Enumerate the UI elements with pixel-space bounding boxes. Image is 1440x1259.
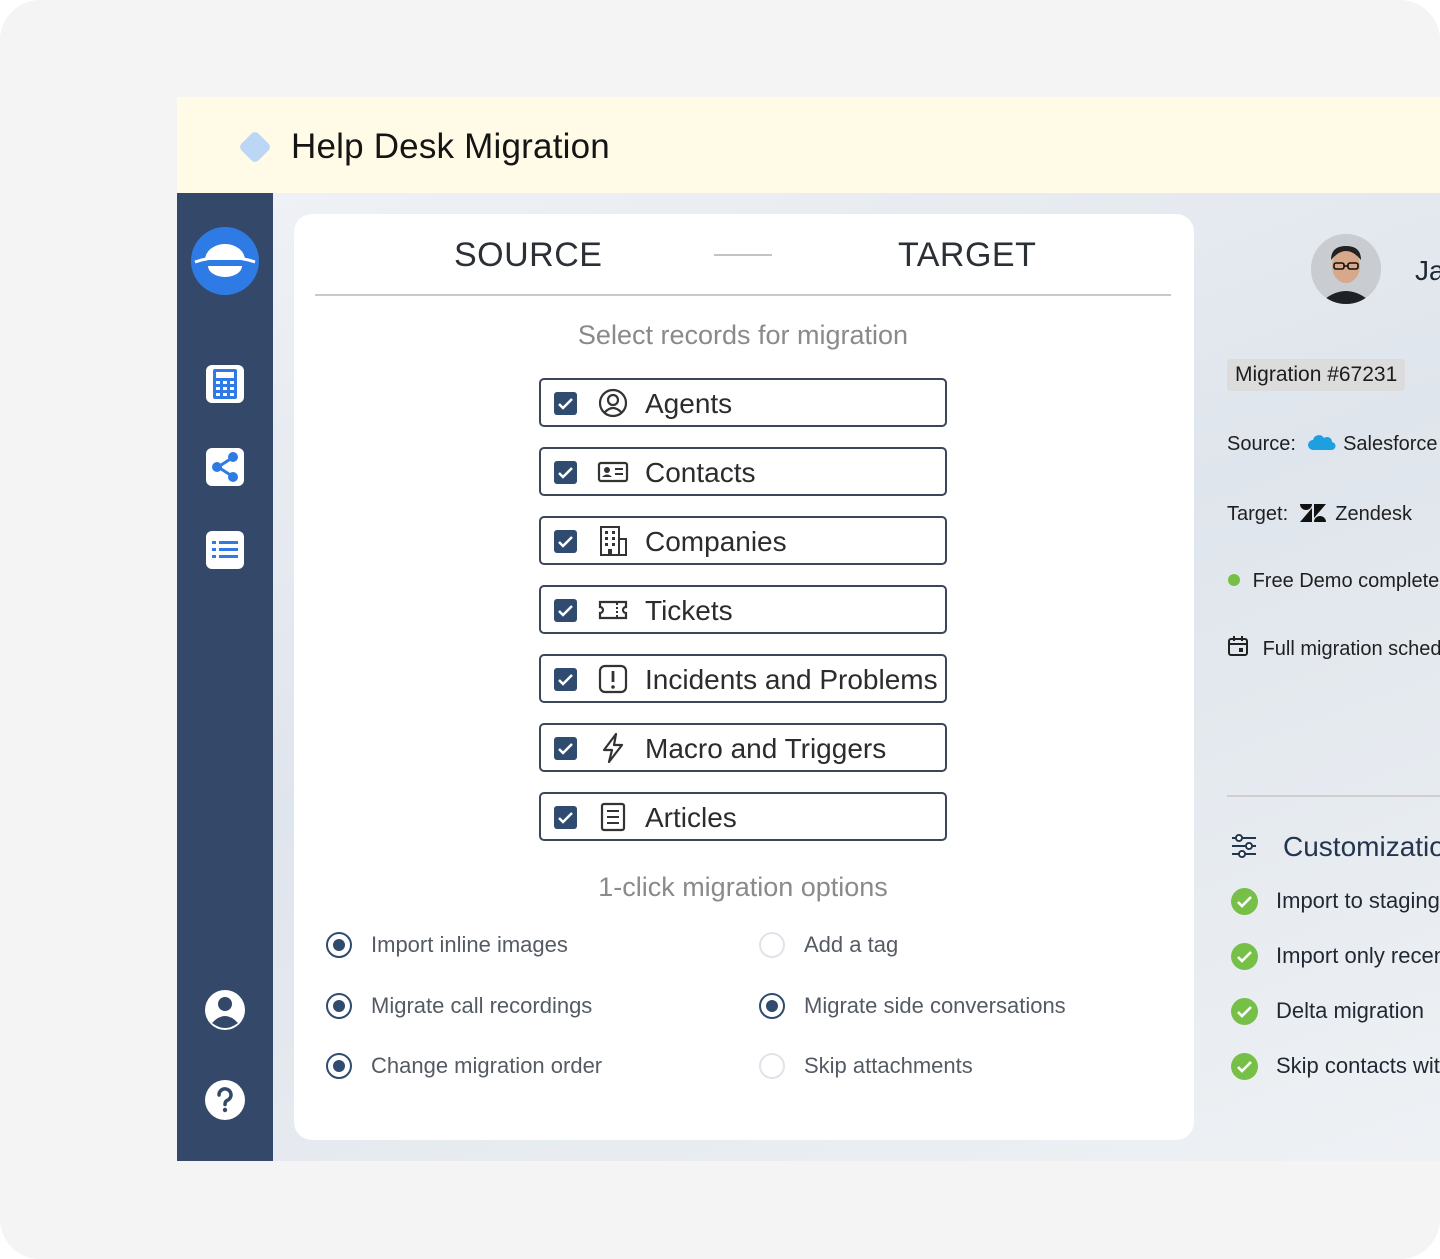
record-tickets[interactable]: Tickets xyxy=(539,585,947,634)
checkbox-checked-icon[interactable] xyxy=(554,392,577,415)
checkbox-checked-icon[interactable] xyxy=(554,737,577,760)
share-icon[interactable] xyxy=(204,446,246,488)
help-icon[interactable] xyxy=(204,1079,246,1121)
option-label: Migrate side conversations xyxy=(804,993,1066,1018)
diamond-icon xyxy=(238,130,272,164)
list-icon[interactable] xyxy=(204,529,246,571)
record-companies[interactable]: Companies xyxy=(539,516,947,565)
sidebar xyxy=(177,193,273,1161)
checkbox-checked-icon[interactable] xyxy=(554,668,577,691)
checkbox-checked-icon[interactable] xyxy=(554,461,577,484)
radio-selected-icon[interactable] xyxy=(326,932,352,958)
main-stage: SOURCE TARGET Select records for migrati… xyxy=(273,193,1440,1161)
checkbox-checked-icon[interactable] xyxy=(554,530,577,553)
check-circle-icon xyxy=(1231,888,1258,915)
option-label: Add a tag xyxy=(804,932,899,957)
app-title: Help Desk Migration xyxy=(291,127,610,166)
record-articles[interactable]: Articles xyxy=(539,792,947,841)
check-circle-icon xyxy=(1231,943,1258,970)
record-macro-triggers[interactable]: Macro and Triggers xyxy=(539,723,947,772)
radio-selected-icon[interactable] xyxy=(759,993,785,1019)
planet-logo-icon[interactable] xyxy=(191,227,259,295)
source-label: Source: xyxy=(1227,433,1296,455)
option-label: Skip attachments xyxy=(804,1053,973,1078)
record-label: Incidents and Problems xyxy=(645,664,938,695)
user-icon[interactable] xyxy=(204,989,246,1031)
target-info: Target: Zendesk xyxy=(1227,502,1412,526)
zendesk-logo-icon xyxy=(1299,504,1326,522)
feature-label: Delta migration xyxy=(1276,998,1424,1023)
option-label: Migrate call recordings xyxy=(371,993,593,1018)
record-label: Companies xyxy=(645,526,787,557)
details-panel: Jam Migration #67231 Source: Salesforce … xyxy=(1188,193,1440,1141)
contact-card-icon xyxy=(597,456,629,488)
target-heading[interactable]: TARGET xyxy=(898,236,1036,275)
title-bar: Help Desk Migration xyxy=(177,97,1440,193)
salesforce-cloud-icon xyxy=(1307,435,1336,451)
target-value: Zendesk xyxy=(1335,503,1412,525)
radio-unselected-icon[interactable] xyxy=(759,1053,785,1079)
feature-label: Import to staging f xyxy=(1276,888,1440,913)
record-agents[interactable]: Agents xyxy=(539,378,947,427)
demo-status: Free Demo complete xyxy=(1227,570,1439,593)
check-circle-icon xyxy=(1231,1053,1258,1080)
source-info: Source: Salesforce Ser xyxy=(1227,433,1440,456)
record-label: Agents xyxy=(645,388,733,419)
sliders-icon xyxy=(1232,834,1256,858)
radio-unselected-icon[interactable] xyxy=(759,932,785,958)
schedule-status: Full migration schedule xyxy=(1227,635,1440,661)
agent-icon xyxy=(597,387,629,419)
feature-label: Skip contacts with xyxy=(1276,1053,1440,1078)
alert-icon xyxy=(597,663,629,695)
demo-status-text: Free Demo complete xyxy=(1252,570,1440,592)
customization-title: Customization xyxy=(1283,831,1440,862)
lightning-icon xyxy=(597,732,629,764)
user-name: Jam xyxy=(1415,255,1440,286)
status-dot-icon xyxy=(1228,574,1240,586)
options-title: 1-click migration options xyxy=(598,872,888,902)
record-incidents[interactable]: Incidents and Problems xyxy=(539,654,947,703)
calendar-icon xyxy=(1228,636,1248,656)
record-label: Contacts xyxy=(645,457,756,488)
app-window: Help Desk Migration SOURCE TARGET Select… xyxy=(177,97,1440,1161)
user-avatar[interactable] xyxy=(1311,234,1381,304)
article-icon xyxy=(597,801,629,833)
check-circle-icon xyxy=(1231,998,1258,1025)
migration-id-badge: Migration #67231 xyxy=(1227,359,1406,391)
header-divider xyxy=(315,294,1171,296)
radio-selected-icon[interactable] xyxy=(326,993,352,1019)
records-title: Select records for migration xyxy=(577,320,909,350)
checkbox-checked-icon[interactable] xyxy=(554,599,577,622)
schedule-status-text: Full migration schedule xyxy=(1262,638,1440,660)
header-connector xyxy=(714,254,772,256)
record-label: Tickets xyxy=(645,595,733,626)
ticket-icon xyxy=(597,594,629,626)
target-label: Target: xyxy=(1227,503,1289,525)
calculator-icon[interactable] xyxy=(204,363,246,405)
record-label: Macro and Triggers xyxy=(645,733,887,764)
building-icon xyxy=(597,525,629,557)
record-label: Articles xyxy=(645,802,737,833)
page-background: Help Desk Migration SOURCE TARGET Select… xyxy=(0,0,1440,1259)
migration-card: SOURCE TARGET Select records for migrati… xyxy=(294,214,1194,1140)
checkbox-checked-icon[interactable] xyxy=(554,806,577,829)
option-label: Change migration order xyxy=(371,1053,603,1078)
panel-divider xyxy=(1227,795,1440,797)
radio-selected-icon[interactable] xyxy=(326,1053,352,1079)
feature-label: Import only recent xyxy=(1276,943,1440,968)
option-label: Import inline images xyxy=(371,932,568,957)
source-value: Salesforce Ser xyxy=(1343,433,1440,455)
record-contacts[interactable]: Contacts xyxy=(539,447,947,496)
source-heading[interactable]: SOURCE xyxy=(454,236,602,275)
